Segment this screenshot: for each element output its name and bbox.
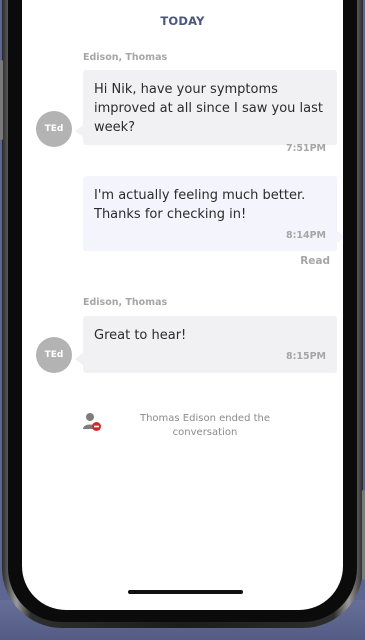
system-event-text: Thomas Edison ended the conversation bbox=[139, 413, 271, 438]
message-text: Hi Nik, have your symptoms improved at a… bbox=[94, 82, 323, 135]
message-text: I'm actually feeling much better. Thanks… bbox=[94, 188, 306, 222]
user-ended-icon bbox=[82, 412, 102, 432]
message-timestamp: 8:15PM bbox=[285, 351, 326, 362]
message-timestamp: 7:51PM bbox=[285, 143, 326, 154]
outgoing-message-bubble: I'm actually feeling much better. Thanks… bbox=[83, 176, 343, 251]
message-sender: Edison, Thomas bbox=[83, 52, 168, 63]
avatar: TEd bbox=[36, 111, 72, 147]
home-indicator[interactable] bbox=[128, 590, 243, 594]
incoming-message-bubble: Hi Nik, have your symptoms improved at a… bbox=[75, 70, 337, 154]
avatar: TEd bbox=[36, 337, 72, 373]
incoming-message-bubble: Great to hear! 8:15PM bbox=[75, 316, 337, 373]
chat-screen: TODAY Edison, Thomas TEd Hi Nik, have yo… bbox=[22, 0, 343, 610]
message-text: Great to hear! bbox=[94, 328, 187, 343]
day-header: TODAY bbox=[160, 14, 205, 28]
conversation-ended-notice: Thomas Edison ended the conversation bbox=[82, 412, 302, 440]
message-timestamp: 8:14PM bbox=[285, 230, 326, 241]
side-button-left bbox=[0, 60, 3, 140]
read-receipt: Read bbox=[300, 255, 330, 267]
message-sender: Edison, Thomas bbox=[83, 297, 168, 308]
